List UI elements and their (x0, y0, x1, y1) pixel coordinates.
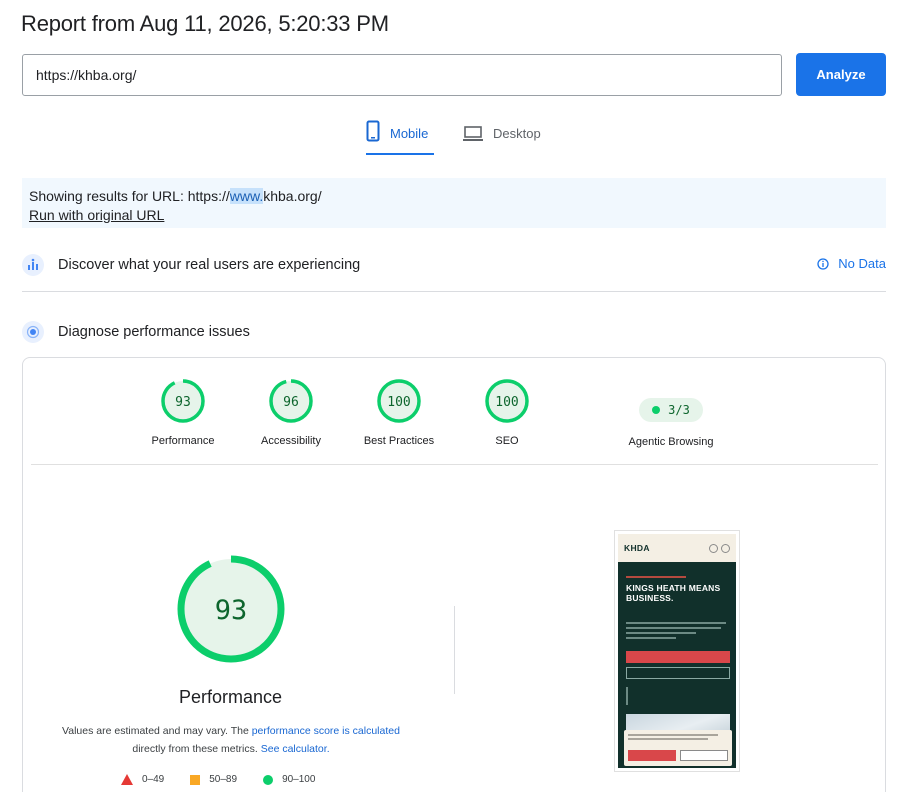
legend-average-range: 50–89 (209, 774, 238, 785)
tab-mobile[interactable]: Mobile (366, 120, 428, 156)
score-legend: 0–49 50–89 90–100 (121, 774, 341, 785)
score-label: Performance (151, 435, 215, 447)
legend-pass: 90–100 (263, 774, 315, 785)
performance-note: Values are estimated and may vary. The p… (51, 722, 411, 758)
no-data-label: No Data (838, 256, 886, 271)
page-title: Report from Aug 11, 2026, 5:20:33 PM (21, 11, 389, 36)
score-gauge-seo[interactable]: 100 SEO (447, 378, 567, 447)
score-label: Best Practices (363, 435, 435, 447)
thumb-headline: KINGS HEATH MEANS BUSINESS. (626, 583, 721, 603)
square-icon (190, 774, 201, 785)
see-calculator-link[interactable]: See calculator. (261, 743, 330, 755)
vertical-divider (454, 606, 455, 694)
pass-dot-icon (652, 406, 661, 414)
performance-big-label: Performance (178, 687, 283, 707)
diagnose-title: Diagnose performance issues (58, 324, 250, 340)
url-notice: Showing results for URL: https://www.khb… (22, 178, 886, 228)
score-value: 96 (283, 395, 299, 410)
score-label: Accessibility (261, 435, 321, 447)
tab-desktop[interactable]: Desktop (463, 120, 541, 156)
note-text-1: Values are estimated and may vary. The (62, 725, 252, 737)
score-gauge-accessibility[interactable]: 96 Accessibility (231, 378, 351, 447)
no-data-indicator[interactable]: No Data (817, 256, 886, 271)
real-users-title: Discover what your real users are experi… (58, 257, 361, 273)
analyze-button[interactable]: Analyze (796, 53, 886, 96)
legend-pass-range: 90–100 (282, 774, 316, 785)
notice-prefix: Showing results for URL: https:// (29, 188, 230, 204)
circle-icon (263, 774, 274, 785)
triangle-icon (121, 774, 133, 785)
agentic-pill: 3/3 (639, 398, 703, 422)
diagnose-section: Diagnose performance issues (22, 320, 886, 344)
score-calculated-link[interactable]: performance score is calculated (252, 725, 400, 737)
score-value: 100 (387, 395, 410, 410)
performance-big-gauge: 93 (175, 553, 287, 670)
page-screenshot-thumbnail: KHDA KINGS HEATH MEANS BUSINESS. (614, 530, 740, 772)
notice-highlight: www. (229, 188, 264, 204)
score-gauge-best-practices[interactable]: 100 Best Practices (339, 378, 459, 447)
card-divider (31, 464, 878, 465)
thumb-menu-icon (721, 543, 730, 553)
run-original-url-link[interactable]: Run with original URL (29, 207, 164, 224)
info-icon (817, 257, 829, 270)
section-divider (22, 291, 886, 292)
score-label: SEO (495, 435, 519, 447)
legend-average: 50–89 (190, 774, 237, 785)
mobile-phone-icon (366, 120, 380, 142)
laptop-icon (463, 126, 483, 141)
agentic-value: 3/3 (668, 403, 690, 417)
score-value: 93 (175, 395, 191, 410)
url-input[interactable] (22, 54, 782, 96)
lighthouse-icon (22, 321, 44, 343)
thumb-search-icon (709, 543, 718, 553)
big-score-value: 93 (215, 595, 248, 626)
active-tab-indicator (366, 153, 434, 155)
real-users-section[interactable]: Discover what your real users are experi… (22, 253, 886, 277)
tab-desktop-label: Desktop (493, 126, 541, 141)
agentic-label: Agentic Browsing (628, 436, 714, 448)
score-gauge-performance[interactable]: 93 Performance (123, 378, 243, 447)
lighthouse-card: 93 Performance 96 Accessibility 100 Best Prac… (22, 357, 886, 792)
crux-icon (22, 254, 44, 276)
thumb-logo: KHDA (624, 543, 650, 553)
agentic-browsing-gauge[interactable]: 3/3 Agentic Browsing (611, 388, 731, 448)
legend-fail-range: 0–49 (142, 774, 165, 785)
score-value: 100 (495, 395, 518, 410)
legend-fail: 0–49 (121, 774, 164, 785)
notice-suffix: khba.org/ (263, 188, 322, 204)
tab-mobile-label: Mobile (390, 126, 429, 141)
note-text-2: directly from these metrics. (132, 743, 261, 755)
